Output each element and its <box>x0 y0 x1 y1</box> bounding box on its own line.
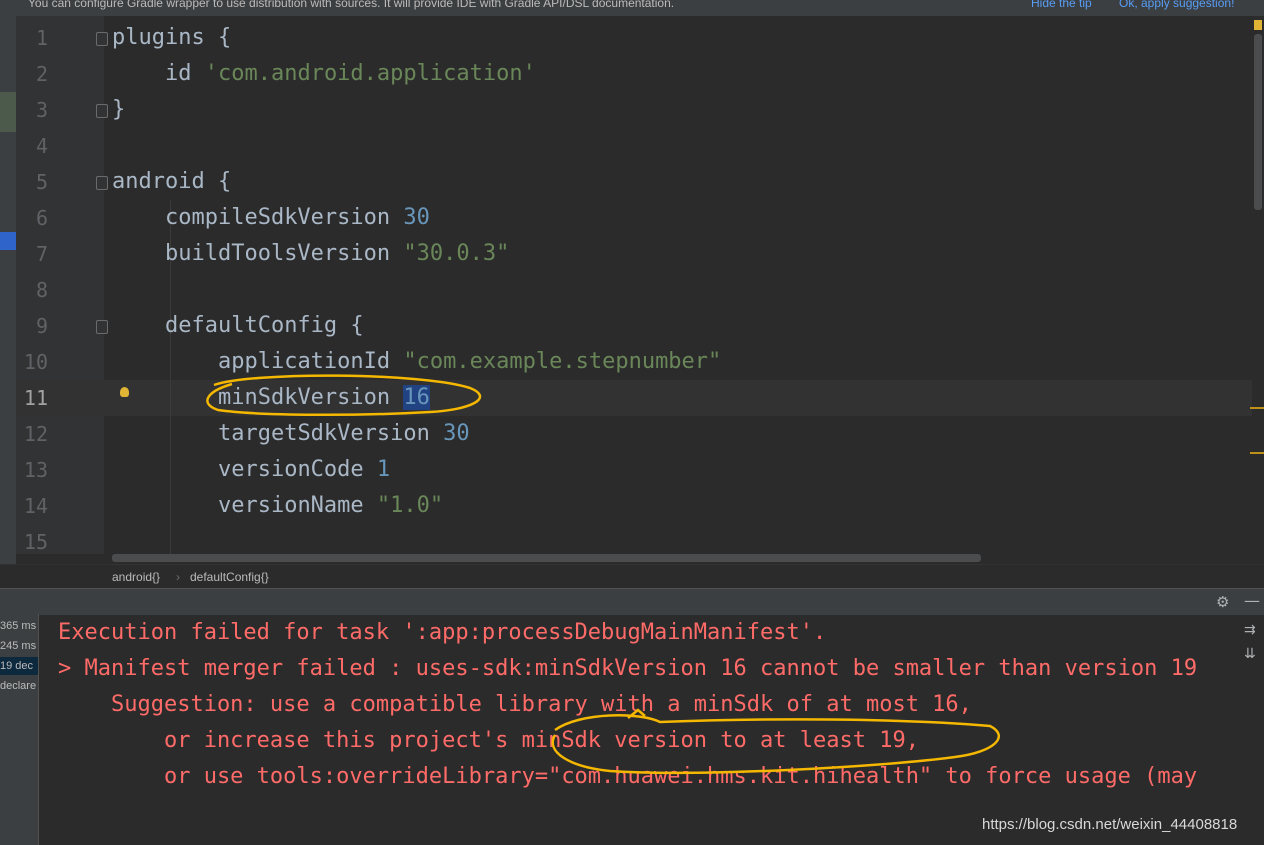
build-tree-item-selected[interactable]: 19 dec <box>0 657 38 675</box>
gradle-tip-bar: You can configure Gradle wrapper to use … <box>0 0 1264 16</box>
fold-marker-icon[interactable] <box>96 32 108 46</box>
build-output-line: Suggestion: use a compatible library wit… <box>58 692 972 717</box>
build-output-line: Execution failed for task ':app:processD… <box>58 620 827 645</box>
tool-strip-selection <box>0 232 16 250</box>
apply-suggestion-link[interactable]: Ok, apply suggestion! <box>1119 0 1234 9</box>
line-number: 8 <box>35 278 48 302</box>
breadcrumb: android{} › defaultConfig{} <box>0 564 1264 589</box>
hide-tip-link[interactable]: Hide the tip <box>1031 0 1092 9</box>
code-line-current[interactable]: minSdkVersion 16 <box>112 380 430 416</box>
build-tree-item[interactable]: declare <box>0 680 36 692</box>
selected-value: 16 <box>403 385 430 410</box>
code-line[interactable]: targetSdkVersion 30 <box>112 416 470 452</box>
build-panel-header: ⚙ — <box>0 588 1264 615</box>
code-line[interactable]: android { <box>112 164 231 200</box>
line-number: 15 <box>23 530 48 554</box>
line-number: 3 <box>35 98 48 122</box>
code-line[interactable]: buildToolsVersion "30.0.3" <box>112 236 509 272</box>
line-number: 10 <box>23 350 48 374</box>
line-number: 5 <box>35 170 48 194</box>
vertical-scrollbar[interactable] <box>1254 34 1262 210</box>
line-number: 7 <box>35 242 48 266</box>
code-line[interactable]: compileSdkVersion 30 <box>112 200 430 236</box>
breadcrumb-item-defaultconfig[interactable]: defaultConfig{} <box>190 570 269 584</box>
fold-marker-icon[interactable] <box>96 320 108 334</box>
code-line[interactable]: plugins { <box>112 20 231 56</box>
lightbulb-icon[interactable] <box>120 387 129 397</box>
tool-strip-highlight <box>0 92 16 132</box>
minimize-icon[interactable]: — <box>1244 591 1260 610</box>
fold-marker-icon[interactable] <box>96 176 108 190</box>
line-number: 2 <box>35 62 48 86</box>
code-line[interactable]: id 'com.android.application' <box>112 56 536 92</box>
project-tool-strip[interactable] <box>0 16 16 588</box>
code-line[interactable]: } <box>112 92 125 128</box>
build-tree: 365 ms 245 ms 19 dec declare <box>0 614 39 845</box>
soft-wrap-icon[interactable]: ⇉ <box>1244 622 1256 638</box>
error-stripe-marker[interactable] <box>1250 452 1264 454</box>
fold-marker-icon[interactable] <box>96 104 108 118</box>
breadcrumb-separator: › <box>176 570 180 584</box>
watermark-text: https://blog.csdn.net/weixin_44408818 <box>982 816 1238 833</box>
line-number: 12 <box>23 422 48 446</box>
build-output-line: or use tools:overrideLibrary="com.huawei… <box>58 764 1198 789</box>
build-tree-item[interactable]: 365 ms <box>0 620 36 632</box>
horizontal-scrollbar[interactable] <box>112 554 981 562</box>
line-number-current: 11 <box>23 386 48 410</box>
line-number: 13 <box>23 458 48 482</box>
code-line[interactable]: versionCode 1 <box>112 452 390 488</box>
warning-marker-icon[interactable] <box>1254 20 1262 30</box>
code-line[interactable]: versionName "1.0" <box>112 488 443 524</box>
line-number: 1 <box>35 26 48 50</box>
breadcrumb-item-android[interactable]: android{} <box>112 570 160 584</box>
error-stripe-marker[interactable] <box>1250 407 1264 409</box>
build-output-line: > Manifest merger failed : uses-sdk:minS… <box>58 656 1198 681</box>
build-tree-item[interactable]: 245 ms <box>0 640 36 652</box>
line-number: 4 <box>35 134 48 158</box>
code-line[interactable]: applicationId "com.example.stepnumber" <box>112 344 721 380</box>
code-line[interactable]: defaultConfig { <box>112 308 364 344</box>
line-number: 14 <box>23 494 48 518</box>
line-number: 6 <box>35 206 48 230</box>
line-number: 9 <box>35 314 48 338</box>
tip-message: You can configure Gradle wrapper to use … <box>28 0 675 10</box>
gear-icon[interactable]: ⚙ <box>1216 593 1229 611</box>
scroll-to-end-icon[interactable]: ⇊ <box>1244 646 1256 662</box>
build-output-line: or increase this project's minSdk versio… <box>58 728 919 753</box>
